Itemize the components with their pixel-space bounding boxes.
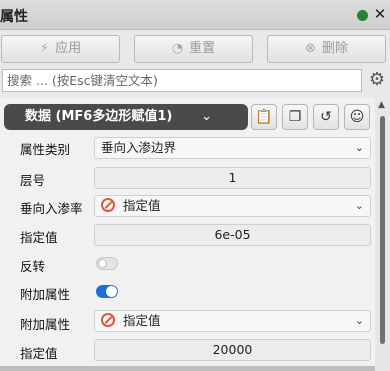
additional2-label: 附加属性 [20, 317, 71, 332]
scroll-up-icon[interactable]: ▲ [378, 100, 385, 110]
gear-icon[interactable]: ⚙ [367, 70, 387, 90]
clipboard-icon[interactable]: 📋 [251, 104, 277, 130]
additional-toggle[interactable] [96, 285, 118, 298]
category-select[interactable]: 垂向入渗边界 ⌄ [94, 137, 371, 159]
additional-mode-select[interactable]: 指定值 ⌄ [94, 310, 371, 332]
panel-titlebar: 属性 ✕ [0, 0, 390, 30]
category-value: 垂向入渗边界 [101, 140, 177, 155]
scrollbar[interactable]: ▲ [375, 98, 390, 371]
delete-button[interactable]: ⊗ 删除 [267, 35, 386, 63]
additional1-label: 附加属性 [20, 287, 71, 302]
additional2-mode: 指定值 [123, 313, 161, 328]
chevron-down-icon: ⌄ [201, 109, 212, 124]
reverse-label: 反转 [20, 259, 46, 274]
status-dot-icon [357, 10, 368, 21]
forbid-icon [101, 198, 115, 212]
forbid-icon [101, 313, 115, 327]
copy-icon[interactable]: ❐ [282, 104, 308, 130]
bottom-divider [0, 366, 375, 371]
x-circle-icon: ⊗ [305, 41, 316, 56]
apply-label: 应用 [55, 41, 82, 56]
specified1-label: 指定值 [20, 230, 58, 245]
specified2-field[interactable]: 20000 [94, 339, 371, 361]
reverse-toggle[interactable] [96, 257, 118, 270]
gauge-icon: ◔ [171, 41, 184, 56]
chevron-down-icon: ⌄ [354, 141, 364, 154]
history-icon[interactable]: ↺ [313, 104, 339, 130]
user-icon[interactable]: ☺ [344, 104, 370, 130]
reset-button[interactable]: ◔ 重置 [134, 35, 253, 63]
apply-button[interactable]: ⚡ 应用 [1, 35, 120, 63]
category-label: 属性类别 [20, 142, 71, 157]
close-icon[interactable]: ✕ [372, 6, 388, 22]
search-input[interactable]: 搜索 ... (按Esc键清空文本) [2, 69, 362, 92]
chevron-down-icon: ⌄ [354, 314, 364, 327]
reset-label: 重置 [189, 41, 216, 56]
toolbar: ⚡ 应用 ◔ 重置 ⊗ 删除 [0, 35, 390, 65]
toggle-knob [106, 286, 117, 297]
toggle-knob [98, 259, 107, 268]
dataset-label: 数据 (MF6多边形赋值1) [25, 109, 173, 124]
infiltration-mode: 指定值 [123, 198, 161, 213]
infiltration-label: 垂向入渗率 [20, 201, 83, 216]
chevron-down-icon: ⌄ [354, 199, 364, 212]
specified2-label: 指定值 [20, 346, 58, 361]
layer-label: 层号 [20, 173, 46, 188]
panel-title: 属性 [0, 9, 28, 25]
dataset-dropdown[interactable]: 数据 (MF6多边形赋值1) ⌄ [4, 104, 248, 130]
layer-field[interactable]: 1 [94, 167, 371, 189]
delete-label: 删除 [321, 41, 348, 56]
lightning-icon: ⚡ [39, 41, 50, 56]
specified1-field[interactable]: 6e-05 [94, 224, 371, 246]
infiltration-mode-select[interactable]: 指定值 ⌄ [94, 195, 371, 217]
scrollbar-thumb[interactable] [380, 116, 385, 344]
